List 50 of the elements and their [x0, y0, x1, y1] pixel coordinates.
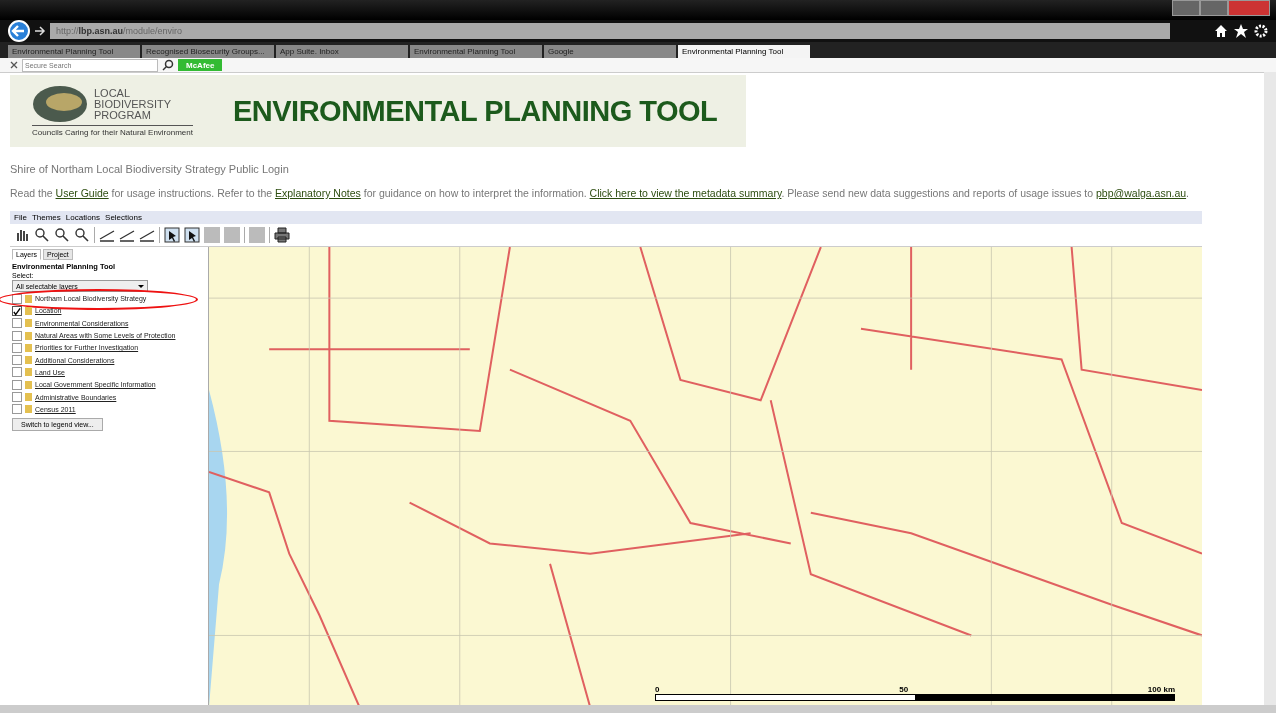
back-button[interactable] — [8, 20, 30, 42]
checkbox[interactable] — [12, 318, 22, 329]
browser-tab[interactable]: Environmental Planning Tool — [410, 45, 542, 58]
address-field[interactable]: http://lbp.asn.au/module/enviro — [50, 23, 1170, 39]
close-icon[interactable] — [10, 61, 18, 69]
home-icon[interactable] — [1214, 24, 1228, 38]
browser-tab[interactable]: Google — [544, 45, 676, 58]
checkbox[interactable] — [12, 330, 22, 341]
print-icon[interactable] — [274, 227, 290, 243]
scale-label: 0 — [655, 685, 660, 694]
banner-title: ENVIRONMENTAL PLANNING TOOL — [232, 94, 718, 128]
menu-item[interactable]: Locations — [65, 213, 101, 222]
settings-icon[interactable] — [1254, 24, 1268, 38]
logo-tagline: Councils Caring for their Natural Environment — [32, 125, 193, 137]
forward-icon[interactable] — [34, 25, 46, 37]
page-subtitle: Shire of Northam Local Biodiversity Strategy Public Login — [10, 163, 290, 175]
logo-text: BIODIVERSITY — [94, 98, 172, 110]
select-alt-icon[interactable] — [184, 227, 200, 243]
checkbox[interactable] — [12, 392, 22, 402]
logo-text: LOCAL — [94, 87, 132, 99]
zoom-in-icon[interactable] — [34, 227, 50, 243]
vertical-scrollbar[interactable] — [1264, 72, 1276, 705]
logo-text: PROGRAM — [94, 109, 152, 121]
menu-item[interactable]: Themes — [31, 213, 61, 222]
horizontal-scrollbar[interactable] — [0, 705, 1276, 713]
link[interactable]: User Guide — [55, 187, 109, 199]
browser-tab[interactable]: Environmental Planning Tool — [678, 45, 810, 58]
checkbox[interactable] — [12, 404, 22, 415]
scale-label: 100 km — [1147, 685, 1175, 694]
browser-tab[interactable]: Environmental Planning Tool — [8, 45, 140, 58]
checkbox[interactable] — [12, 379, 22, 390]
scale-label: 50 — [899, 685, 909, 694]
menu-item[interactable]: Selections — [105, 213, 142, 222]
zoom-out-icon[interactable] — [74, 227, 90, 243]
checkbox[interactable] — [12, 305, 22, 316]
browser-tab[interactable]: Recognised Biosecurity Groups... — [142, 45, 274, 58]
menu-item[interactable]: File — [14, 213, 27, 222]
checkbox[interactable] — [12, 355, 22, 366]
checkbox[interactable] — [12, 293, 22, 304]
zoom-box-icon[interactable] — [54, 227, 70, 243]
intro-paragraph: Read the User Guide for usage instructions. Refer to the Explanatory Notes for guidance on how to interpret the information. Click here to view the metadata summary. Please send new data suggestions and reports of usage issues to pbp@walga.asn.au. — [10, 187, 1190, 199]
link[interactable]: Explanatory Notes — [275, 187, 361, 199]
search-icon[interactable] — [162, 59, 174, 71]
caret-icon — [138, 284, 144, 288]
leaf-logo-icon — [32, 85, 88, 123]
star-icon[interactable] — [1234, 24, 1248, 38]
checkbox[interactable] — [12, 342, 22, 353]
select-icon[interactable] — [164, 227, 180, 243]
browser-tab[interactable]: App Suite. Inbox — [276, 45, 408, 58]
checkbox[interactable] — [12, 367, 22, 378]
